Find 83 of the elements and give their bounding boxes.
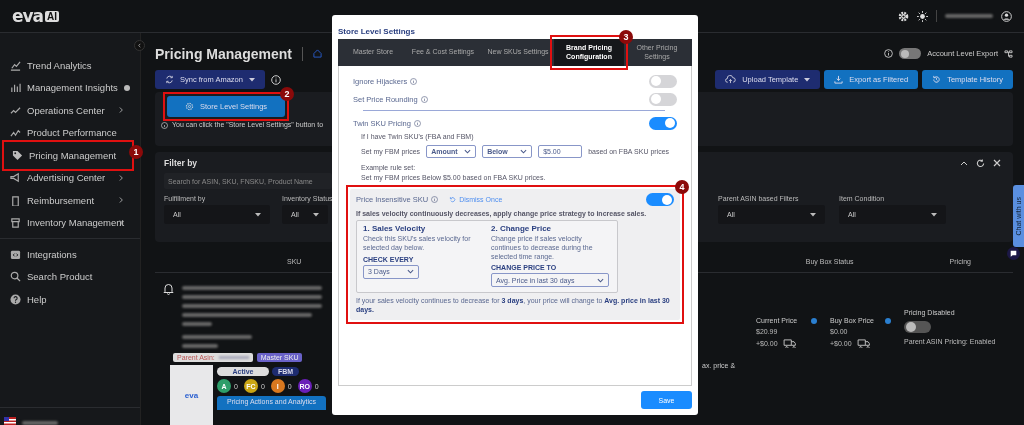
search-icon <box>10 271 21 283</box>
caret-icon <box>810 212 816 217</box>
filter-title: Filter by <box>164 158 198 168</box>
step-badge: 3 <box>619 30 633 44</box>
menu-item-icon <box>10 217 21 229</box>
caret-icon <box>248 77 255 82</box>
sidebar-item[interactable]: Search Product <box>0 265 134 288</box>
truck-icon <box>782 339 796 348</box>
page-title: Pricing Management <box>155 45 292 62</box>
step-badge: 2 <box>280 87 295 101</box>
step-title: 2. Change Price <box>491 224 553 233</box>
info-icon <box>161 122 168 129</box>
gear-icon <box>185 102 194 111</box>
hierarchy-icon <box>1004 49 1013 58</box>
sync-icon <box>165 75 174 84</box>
chevron-icon <box>464 149 472 154</box>
sidebar-item[interactable]: Operations Center <box>0 99 134 122</box>
chevron-icon <box>119 218 124 227</box>
sidebar-item[interactable]: Reimbursement <box>0 189 134 212</box>
sidebar-item[interactable]: Integrations <box>0 243 134 266</box>
info-icon[interactable] <box>270 74 281 85</box>
collapse-icon[interactable] <box>960 160 968 166</box>
info-icon <box>123 84 130 91</box>
sidebar-item[interactable]: Trend Analytics <box>0 54 134 77</box>
cloud-upload-icon <box>725 75 737 84</box>
step-badge: 4 <box>675 180 689 194</box>
caret-icon <box>804 77 811 82</box>
chat-icon[interactable] <box>1007 247 1020 260</box>
download-icon <box>834 75 844 84</box>
menu-item-icon <box>10 127 21 139</box>
bell-icon[interactable] <box>163 283 174 295</box>
toggle-switch[interactable] <box>649 74 677 88</box>
settings-icon[interactable] <box>898 10 909 22</box>
chevron-icon <box>597 277 604 283</box>
chevron-icon <box>520 149 528 154</box>
info-icon[interactable] <box>885 318 891 324</box>
chevron-icon <box>137 43 142 48</box>
blurred-text <box>182 335 252 339</box>
blurred-text <box>182 344 218 348</box>
menu-item-icon <box>10 172 21 184</box>
history-icon <box>932 75 942 84</box>
toggle-switch[interactable] <box>649 116 677 130</box>
menu-item-icon <box>10 82 21 94</box>
truck-icon <box>856 339 870 348</box>
dialog-title: Store Level Settings <box>338 27 416 36</box>
tag-icon <box>12 149 23 161</box>
chevron-icon <box>119 106 124 115</box>
blurred-text <box>22 421 58 425</box>
chevron-icon <box>407 269 414 274</box>
plug-icon <box>10 248 21 260</box>
blurred-text <box>182 322 212 326</box>
logo[interactable]: eva AI <box>12 6 60 26</box>
sidebar-item[interactable]: Help <box>0 288 134 311</box>
close-icon[interactable] <box>993 159 1001 167</box>
step-title: 1. Sales Velocity <box>363 224 427 233</box>
sidebar-item[interactable]: Product Performance <box>0 121 134 144</box>
caret-icon <box>255 212 261 217</box>
blurred-text <box>945 14 993 18</box>
refresh-icon[interactable] <box>976 158 985 168</box>
sidebar-item[interactable]: Inventory Management <box>0 211 134 234</box>
toggle-switch[interactable] <box>649 92 677 106</box>
info-icon[interactable] <box>884 49 894 58</box>
chevron-icon <box>119 196 124 205</box>
help-icon <box>10 293 21 305</box>
pricing-toggle[interactable] <box>904 321 931 333</box>
caret-icon <box>931 212 937 217</box>
caret-icon <box>313 212 319 217</box>
sidebar-item[interactable]: Advertising Center <box>0 166 134 189</box>
menu-item-icon <box>10 104 21 116</box>
sidebar-item[interactable]: Pricing Management <box>6 144 130 167</box>
product-thumbnail: eva <box>170 365 213 425</box>
flag-icon <box>4 417 16 425</box>
toggle-switch[interactable] <box>646 193 674 206</box>
user-icon[interactable] <box>1001 10 1012 22</box>
step-badge: 1 <box>129 145 143 159</box>
menu-item-icon <box>10 59 21 71</box>
sun-icon[interactable] <box>917 10 928 22</box>
undo-icon <box>449 196 457 203</box>
sidebar-item[interactable]: Management Insights <box>0 76 134 99</box>
toggle-switch[interactable] <box>899 48 922 59</box>
chevron-icon <box>119 173 124 182</box>
menu-item-icon <box>10 194 21 206</box>
info-icon[interactable] <box>811 318 817 324</box>
